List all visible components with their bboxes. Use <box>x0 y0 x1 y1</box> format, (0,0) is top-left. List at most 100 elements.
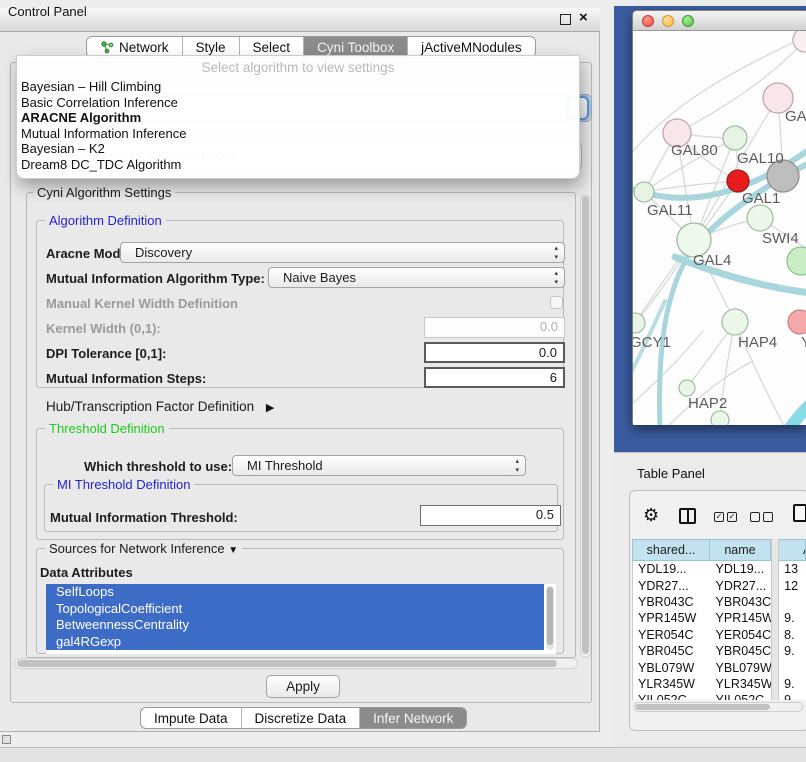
table-row[interactable]: YBR045CYBR045C9. <box>633 643 806 659</box>
table-cell: YBL079W <box>633 661 711 675</box>
node-label: GCY1 <box>633 334 671 351</box>
data-attribute-item[interactable]: gal4RGexp <box>46 634 544 651</box>
control-panel-title: Control Panel <box>8 4 87 19</box>
network-node[interactable] <box>679 380 695 396</box>
select-all-checkboxes-icon[interactable]: ✓✓ <box>714 512 737 522</box>
which-threshold-combo[interactable]: MI Threshold ▴▾ <box>232 455 526 476</box>
network-node[interactable] <box>633 313 645 333</box>
control-panel-titlebar[interactable] <box>0 8 600 32</box>
close-traffic-light-icon[interactable] <box>642 15 654 27</box>
settings-vertical-scrollbar[interactable] <box>580 194 591 658</box>
aracne-mode-combo[interactable]: Discovery ▴▾ <box>120 242 565 263</box>
manual-kernel-width-checkbox[interactable] <box>550 296 563 309</box>
network-graph-canvas[interactable]: GALGAL80GAL10GAL1GAL11SWI4GAL4GCY1HAP4YH… <box>633 31 806 425</box>
kernel-width-label: Kernel Width (0,1): <box>46 321 161 336</box>
settings-horizontal-scrollbar[interactable] <box>14 658 578 669</box>
hub-tf-definition-toggle[interactable]: Hub/Transcription Factor Definition ▶ <box>46 399 274 414</box>
table-settings-gear-icon[interactable]: ⚙ <box>643 505 659 526</box>
network-edge <box>663 361 753 425</box>
mi-steps-field[interactable]: 6 <box>424 367 565 388</box>
zoom-traffic-light-icon[interactable] <box>682 15 694 27</box>
table-horizontal-scrollbar-thumb[interactable] <box>635 704 770 710</box>
algorithm-placeholder: Select algorithm to view settings <box>17 56 579 79</box>
mi-algorithm-type-combo[interactable]: Naive Bayes ▴▾ <box>268 267 565 288</box>
table-row[interactable]: YPR145WYPR145W9. <box>633 610 806 626</box>
node-label: HAP4 <box>738 334 777 351</box>
tab-impute-data[interactable]: Impute Data <box>141 708 241 728</box>
network-node[interactable] <box>787 247 806 275</box>
network-view-window[interactable]: GALGAL80GAL10GAL1GAL11SWI4GAL4GCY1HAP4YH… <box>632 10 806 425</box>
table-row[interactable]: YIL052CYIL052C9. <box>633 692 806 700</box>
table-cell: YLR345W <box>711 677 772 691</box>
network-node[interactable] <box>788 310 806 334</box>
float-window-icon[interactable] <box>560 14 571 25</box>
column-visibility-icon[interactable] <box>679 508 696 524</box>
new-table-icon[interactable] <box>793 504 806 522</box>
network-node[interactable] <box>793 31 806 52</box>
tab-infer-network[interactable]: Infer Network <box>359 708 466 728</box>
tab-select[interactable]: Select <box>239 37 304 57</box>
attributes-list-scrollbar[interactable] <box>546 586 554 650</box>
network-node[interactable] <box>634 182 654 202</box>
table-row[interactable]: YDR27...YDR27...12 <box>633 577 806 593</box>
attributes-list-scrollbar-thumb[interactable] <box>547 587 553 645</box>
table-horizontal-scrollbar[interactable] <box>633 702 803 712</box>
data-attribute-item[interactable]: TopologicalCoefficient <box>46 601 544 618</box>
table-cell: YIL052C <box>711 693 772 700</box>
network-edge <box>781 393 806 425</box>
network-node[interactable] <box>711 411 729 425</box>
tab-cyni-toolbox[interactable]: Cyni Toolbox <box>303 37 407 57</box>
column-header[interactable]: A <box>779 539 806 561</box>
data-attribute-item[interactable]: BetweennessCentrality <box>46 617 544 634</box>
algorithm-option[interactable]: Mutual Information Inference <box>17 126 579 142</box>
deselect-all-checkboxes-icon[interactable] <box>750 512 773 522</box>
collapsed-panel-icon[interactable] <box>2 735 11 744</box>
minimize-traffic-light-icon[interactable] <box>662 15 674 27</box>
network-node[interactable] <box>722 309 748 335</box>
dpi-tolerance-field[interactable]: 0.0 <box>424 342 565 363</box>
sources-group-title[interactable]: Sources for Network Inference ▼ <box>45 541 242 556</box>
network-node[interactable] <box>747 205 773 231</box>
data-attributes-list[interactable]: SelfLoopsTopologicalCoefficientBetweenne… <box>46 584 556 654</box>
settings-vertical-scrollbar-thumb[interactable] <box>582 196 589 654</box>
table-cell: YPR145W <box>711 611 772 625</box>
algorithm-option[interactable]: Dream8 DC_TDC Algorithm <box>17 157 579 173</box>
kernel-width-field[interactable]: 0.0 <box>424 317 565 338</box>
algorithm-option[interactable]: Bayesian – K2 <box>17 141 579 157</box>
node-label: GAL <box>785 108 806 125</box>
table-row[interactable]: YER054CYER054C8. <box>633 627 806 643</box>
column-header[interactable]: name <box>710 539 771 561</box>
table-header-row: shared...name A <box>632 539 806 561</box>
network-node[interactable] <box>727 170 749 192</box>
table-cell: YDL19... <box>711 562 772 576</box>
table-row[interactable]: YBL079WYBL079W <box>633 659 806 675</box>
network-node[interactable] <box>723 126 747 150</box>
apply-button[interactable]: Apply <box>266 675 340 698</box>
table-cell: 8. <box>779 628 806 642</box>
settings-horizontal-scrollbar-thumb[interactable] <box>17 660 557 667</box>
table-cell: YBL079W <box>711 661 772 675</box>
table-body: YDL19...YDL19...13YDR27...YDR27...12YBR0… <box>632 561 806 700</box>
tab-network[interactable]: Network <box>87 37 182 57</box>
column-divider <box>771 539 779 561</box>
table-row[interactable]: YDL19...YDL19...13 <box>633 561 806 577</box>
close-panel-icon[interactable]: × <box>579 9 588 26</box>
table-row[interactable]: YBR043CYBR043C <box>633 594 806 610</box>
mi-threshold-label: Mutual Information Threshold: <box>50 510 238 525</box>
data-attribute-item[interactable]: SelfLoops <box>46 584 544 601</box>
tab-style[interactable]: Style <box>182 37 239 57</box>
node-label: SWI4 <box>762 230 799 247</box>
combo-stepper-icon: ▴▾ <box>554 269 558 287</box>
mi-threshold-field[interactable]: 0.5 <box>420 505 561 526</box>
which-threshold-label: Which threshold to use: <box>84 459 232 474</box>
tab-discretize-data[interactable]: Discretize Data <box>241 708 360 728</box>
mi-type-label: Mutual Information Algorithm Type: <box>46 271 265 286</box>
algorithm-option[interactable]: ARACNE Algorithm <box>17 110 579 126</box>
algorithm-option[interactable]: Bayesian – Hill Climbing <box>17 79 579 95</box>
network-window-titlebar[interactable] <box>633 11 806 31</box>
expand-arrow-icon: ▶ <box>266 402 274 414</box>
algorithm-option[interactable]: Basic Correlation Inference <box>17 95 579 111</box>
tab-jactivemnodules[interactable]: jActiveMNodules <box>407 37 535 57</box>
table-row[interactable]: YLR345WYLR345W9. <box>633 676 806 692</box>
column-header[interactable]: shared... <box>632 539 710 561</box>
